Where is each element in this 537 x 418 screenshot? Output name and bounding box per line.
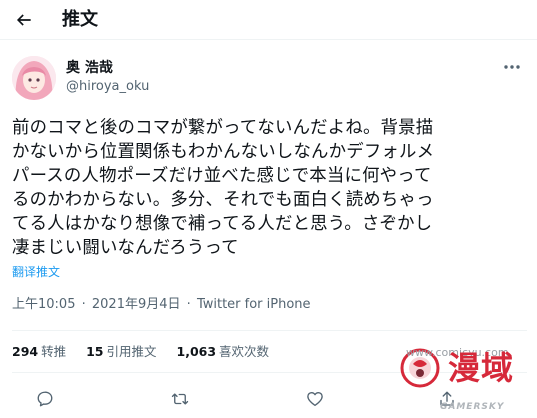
- tweet-line: てる人はかなり想像で補ってる人だと思う。さぞかし: [12, 214, 433, 234]
- back-button[interactable]: [10, 6, 38, 34]
- watermark-sub: GAMERSKY: [440, 402, 505, 412]
- meta-separator: ·: [186, 297, 191, 312]
- quotes-label: 引用推文: [106, 344, 157, 359]
- author-handle[interactable]: @hiroya_oku: [66, 78, 149, 95]
- tweet-stats: 294 转推 15 引用推文 1,063 喜欢次数: [12, 344, 285, 360]
- quotes-stat[interactable]: 15 引用推文: [86, 344, 156, 359]
- anime-avatar-icon: [12, 56, 56, 100]
- page-title: 推文: [62, 9, 98, 30]
- quotes-count: 15: [86, 344, 104, 359]
- tweet-meta: 上午10:05 · 2021年9月4日 · Twitter for iPhone: [12, 296, 311, 313]
- divider: [12, 330, 527, 331]
- like-button[interactable]: [300, 384, 330, 414]
- site-watermark: www.comicyu.com 漫域 GAMERSKY: [396, 340, 534, 418]
- retweet-icon: [171, 393, 189, 405]
- tweet-source[interactable]: Twitter for iPhone: [197, 297, 311, 312]
- retweets-stat[interactable]: 294 转推: [12, 344, 66, 359]
- likes-count: 1,063: [176, 344, 217, 359]
- retweet-button[interactable]: [165, 384, 195, 414]
- more-horizontal-icon: [504, 65, 520, 69]
- more-options-button[interactable]: [501, 58, 523, 76]
- arrow-left-icon: [16, 14, 31, 26]
- reply-button[interactable]: [30, 384, 60, 414]
- like-icon: [307, 392, 323, 407]
- author-name[interactable]: 奥 浩哉: [66, 59, 113, 77]
- watermark-text: 漫域: [448, 349, 515, 387]
- avatar[interactable]: [12, 56, 56, 100]
- likes-label: 喜欢次数: [219, 344, 270, 359]
- tweet-line: 凄まじい闘いなんだろうって: [12, 238, 239, 258]
- tweet-text: 前のコマと後のコマが繋がってないんだよね。背景描 かないから位置関係もわかんない…: [12, 116, 527, 260]
- translate-tweet-link[interactable]: 翻译推文: [12, 264, 60, 280]
- tweet-line: パースの人物ポーズだけ並べた感じで本当に何やって: [12, 166, 432, 186]
- tweet-line: かないから位置関係もわかんないしなんかデフォルメ: [12, 142, 435, 162]
- retweets-count: 294: [12, 344, 39, 359]
- top-bar: 推文: [0, 0, 537, 40]
- likes-stat[interactable]: 1,063 喜欢次数: [177, 344, 270, 359]
- meta-separator: ·: [81, 297, 86, 312]
- tweet-line: 前のコマと後のコマが繋がってないんだよね。背景描: [12, 118, 434, 138]
- tweet-date[interactable]: 2021年9月4日: [92, 297, 181, 312]
- retweets-label: 转推: [41, 344, 67, 359]
- reply-icon: [37, 391, 53, 407]
- tweet-line: るのかわからない。多分、それでも面白く読めちゃっ: [12, 190, 434, 210]
- tweet-time[interactable]: 上午10:05: [12, 297, 75, 312]
